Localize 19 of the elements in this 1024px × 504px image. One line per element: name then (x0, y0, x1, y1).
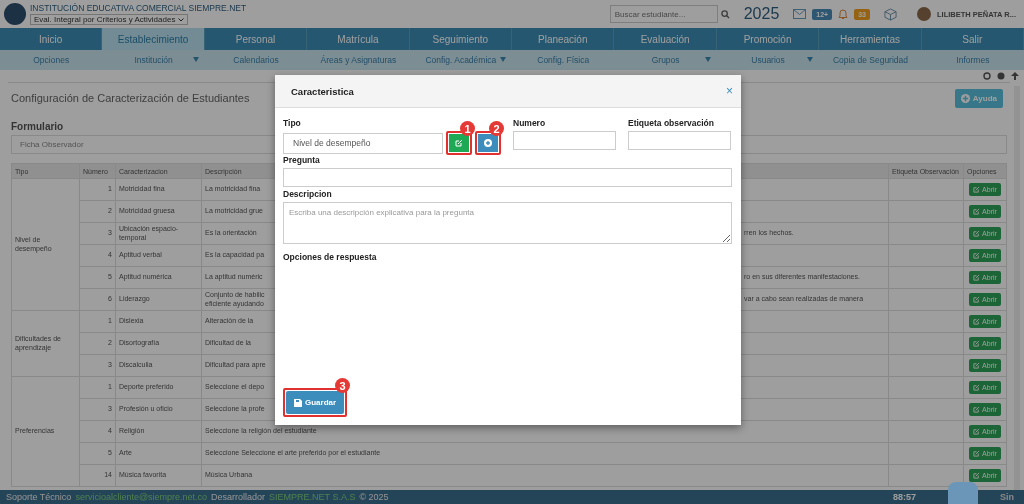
step-marker: 1 (460, 121, 475, 136)
field-label: Descripcion (283, 189, 333, 199)
session-timer: 88:57 (892, 492, 916, 502)
field-label: Etiqueta observación (628, 118, 715, 128)
brand-logo: Sin (1000, 492, 1014, 502)
section-label: Opciones de respuesta (283, 252, 378, 262)
field-label: Pregunta (283, 155, 321, 165)
form-label: Formulario (11, 121, 64, 132)
institution-name: INSTITUCIÓN EDUCATIVA COMERCIAL SIEMPRE.NET (30, 3, 247, 13)
step-marker: 3 (335, 378, 351, 393)
copyright: © 2025 (359, 492, 389, 502)
modal-title: Caracteristica (291, 85, 354, 97)
field-label: Tipo (283, 118, 302, 128)
field-label: Numero (513, 118, 547, 128)
developer-label: Desarrollador (211, 492, 266, 502)
page-title: Configuración de Caracterización de Estudiantes (11, 92, 250, 104)
support-label: Soporte Técnico (6, 492, 72, 502)
step-marker: 2 (489, 121, 504, 136)
year-label: 2025 (743, 5, 780, 23)
